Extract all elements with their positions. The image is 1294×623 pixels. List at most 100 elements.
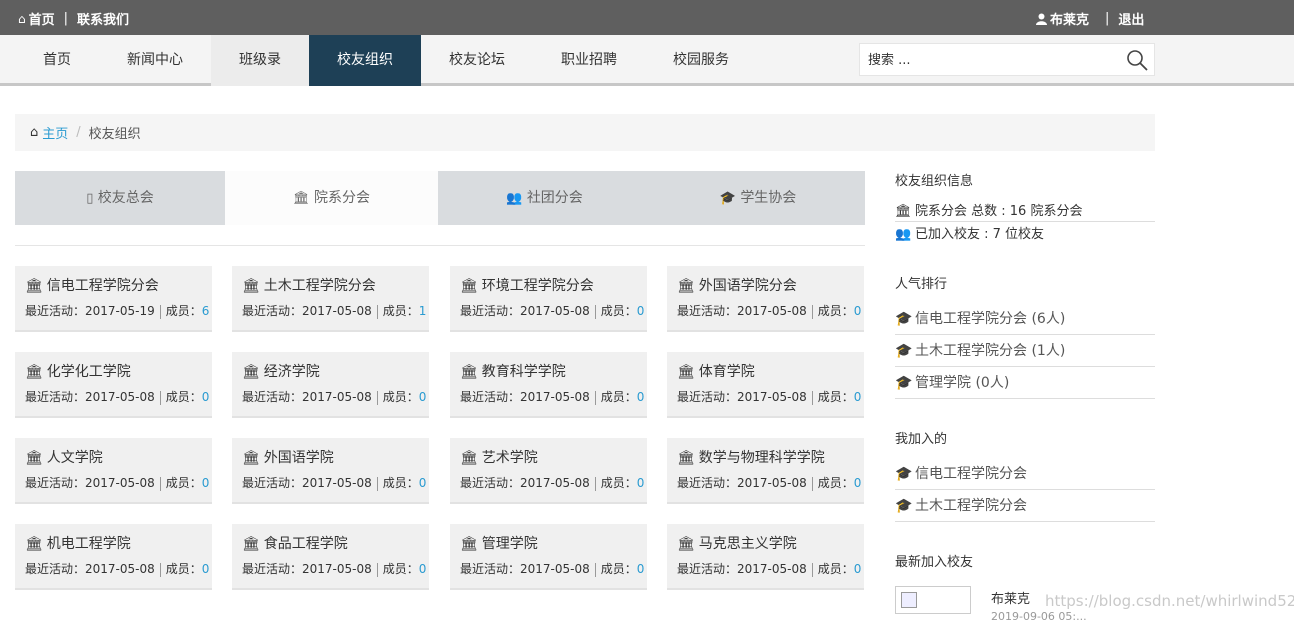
branch-card[interactable]: 🏛 体育学院 最近活动：2017-05-08 成员：0 <box>667 352 864 418</box>
branch-name[interactable]: 🏛 马克思主义学院 <box>677 533 797 553</box>
branch-name[interactable]: 🏛 化学化工学院 <box>25 361 131 381</box>
branch-card[interactable]: 🏛 人文学院 最近活动：2017-05-08 成员：0 <box>15 438 212 504</box>
branch-card[interactable]: 🏛 信电工程学院分会 最近活动：2017-05-19 成员：6 <box>15 266 212 332</box>
activity-label: 最近活动： <box>242 304 303 318</box>
nav-campus-service[interactable]: 校园服务 <box>659 35 743 86</box>
tab-club-branch[interactable]: 👥 社团分会 <box>438 171 651 225</box>
member-count[interactable]: 0 <box>854 390 862 404</box>
branch-name-text: 教育科学学院 <box>481 364 566 380</box>
activity-date: 2017-05-19 <box>85 304 155 318</box>
member-count[interactable]: 0 <box>419 562 427 576</box>
branch-card[interactable]: 🏛 化学化工学院 最近活动：2017-05-08 成员：0 <box>15 352 212 418</box>
member-count[interactable]: 0 <box>419 390 427 404</box>
branch-card[interactable]: 🏛 经济学院 最近活动：2017-05-08 成员：0 <box>232 352 429 418</box>
branch-card[interactable]: 🏛 教育科学学院 最近活动：2017-05-08 成员：0 <box>450 352 647 418</box>
search-input[interactable] <box>868 49 1108 71</box>
nav-home[interactable]: 首页 <box>15 35 99 86</box>
branch-card[interactable]: 🏛 机电工程学院最近活动：2017-05-08 成员：0 <box>15 524 212 590</box>
member-count[interactable]: 6 <box>202 304 210 318</box>
meta-divider <box>594 304 596 319</box>
joined-item[interactable]: 🎓 信电工程学院分会 <box>895 463 1155 490</box>
member-count[interactable]: 0 <box>202 476 210 490</box>
tab-student-association[interactable]: 🎓 学生协会 <box>651 171 865 225</box>
breadcrumb-home[interactable]: 主页 <box>42 123 68 142</box>
activity-date: 2017-05-08 <box>520 390 590 404</box>
member-count[interactable]: 0 <box>854 562 862 576</box>
nav-class-directory[interactable]: 班级录 <box>211 35 309 86</box>
branch-name-text: 体育学院 <box>698 364 755 380</box>
home-icon: ⌂ <box>30 125 39 140</box>
branch-name[interactable]: 🏛 艺术学院 <box>460 447 538 467</box>
members-label: 成员： <box>382 476 419 490</box>
branch-card[interactable]: 🏛 马克思主义学院 最近活动：2017-05-08 成员：0 <box>667 524 864 590</box>
branch-name[interactable]: 🏛 信电工程学院分会 <box>25 275 159 295</box>
member-count[interactable]: 0 <box>419 476 427 490</box>
tab-label: 校友总会 <box>97 190 154 206</box>
branch-name[interactable]: 🏛 数学与物理科学学院 <box>677 447 825 467</box>
user-link[interactable]: 布莱克 <box>1050 9 1089 28</box>
tab-alumni-association[interactable]: ▯ 校友总会 <box>15 171 225 225</box>
branch-name[interactable]: 🏛 教育科学学院 <box>460 361 566 381</box>
branch-card[interactable]: 🏛 外国语学院分会 最近活动：2017-05-08 成员：0 <box>667 266 864 332</box>
members-label: 成员： <box>600 304 637 318</box>
branch-card[interactable]: 🏛 食品工程学院 最近活动：2017-05-08 成员：0 <box>232 524 429 590</box>
nav-alumni-org[interactable]: 校友组织 <box>309 35 421 86</box>
branch-name[interactable]: 🏛 环境工程学院分会 <box>460 275 594 295</box>
joined-item[interactable]: 🎓 土木工程学院分会 <box>895 495 1155 522</box>
nav-forum[interactable]: 校友论坛 <box>435 35 519 86</box>
member-count[interactable]: 0 <box>854 476 862 490</box>
member-count[interactable]: 1 <box>419 304 427 318</box>
branch-meta: 最近活动：2017-05-08 成员：0 <box>460 560 644 577</box>
branch-name-text: 数学与物理科学学院 <box>698 450 825 466</box>
member-count[interactable]: 0 <box>637 476 645 490</box>
search-icon[interactable] <box>1126 49 1148 71</box>
branch-name[interactable]: 🏛 土木工程学院分会 <box>242 275 376 295</box>
contact-link[interactable]: 联系我们 <box>77 9 129 28</box>
branch-card[interactable]: 🏛 土木工程学院分会 最近活动：2017-05-08 成员：1 <box>232 266 429 332</box>
member-count[interactable]: 0 <box>202 562 210 576</box>
newest-member-name[interactable]: 布莱克 <box>991 588 1030 607</box>
member-count[interactable]: 0 <box>637 304 645 318</box>
avatar[interactable] <box>895 586 971 614</box>
branch-name[interactable]: 🏛 人文学院 <box>25 447 103 467</box>
activity-date: 2017-05-08 <box>302 390 372 404</box>
top-home-link[interactable]: 首页 <box>29 9 55 28</box>
activity-date: 2017-05-08 <box>302 562 372 576</box>
branch-name[interactable]: 🏛 体育学院 <box>677 361 755 381</box>
branch-name[interactable]: 🏛 机电工程学院 <box>25 533 131 553</box>
branch-meta: 最近活动：2017-05-08 成员：0 <box>25 560 209 577</box>
branch-name-text: 人文学院 <box>46 450 103 466</box>
nav-jobs[interactable]: 职业招聘 <box>547 35 631 86</box>
member-count[interactable]: 0 <box>854 304 862 318</box>
branch-name-text: 外国语学院分会 <box>698 278 797 294</box>
branch-card[interactable]: 🏛 数学与物理科学学院 最近活动：2017-05-08 成员：0 <box>667 438 864 504</box>
branch-meta: 最近活动：2017-05-08 成员：0 <box>242 474 426 491</box>
branch-name[interactable]: 🏛 经济学院 <box>242 361 320 381</box>
activity-date: 2017-05-08 <box>737 390 807 404</box>
members-label: 成员： <box>817 304 854 318</box>
branch-name[interactable]: 🏛 管理学院 <box>460 533 538 553</box>
branch-name[interactable]: 🏛 食品工程学院 <box>242 533 348 553</box>
branch-card[interactable]: 🏛 环境工程学院分会 最近活动：2017-05-08 成员：0 <box>450 266 647 332</box>
member-count[interactable]: 0 <box>637 390 645 404</box>
tab-label: 学生协会 <box>740 190 797 206</box>
branch-name[interactable]: 🏛 外国语学院分会 <box>677 275 797 295</box>
meta-divider <box>376 562 378 577</box>
branch-card[interactable]: 🏛 艺术学院 最近活动：2017-05-08 成员：0 <box>450 438 647 504</box>
member-count[interactable]: 0 <box>202 390 210 404</box>
branch-card[interactable]: 🏛 外国语学院最近活动：2017-05-08 成员：0 <box>232 438 429 504</box>
activity-label: 最近活动： <box>242 476 303 490</box>
activity-label: 最近活动： <box>677 476 738 490</box>
branch-card[interactable]: 🏛 管理学院最近活动：2017-05-08 成员：0 <box>450 524 647 590</box>
sidebar-newest-title: 最新加入校友 <box>895 555 974 570</box>
popular-item[interactable]: 🎓 管理学院 (0人) <box>895 372 1155 399</box>
meta-divider <box>159 304 161 319</box>
popular-item[interactable]: 🎓 土木工程学院分会 (1人) <box>895 340 1155 367</box>
branch-name[interactable]: 🏛 外国语学院 <box>242 447 334 467</box>
member-count[interactable]: 0 <box>637 562 645 576</box>
nav-news[interactable]: 新闻中心 <box>113 35 197 86</box>
tab-department-branch[interactable]: 🏛 院系分会 <box>225 171 438 225</box>
members-label: 成员： <box>382 304 419 318</box>
popular-item[interactable]: 🎓 信电工程学院分会 (6人) <box>895 308 1155 335</box>
logout-link[interactable]: 退出 <box>1118 9 1144 28</box>
